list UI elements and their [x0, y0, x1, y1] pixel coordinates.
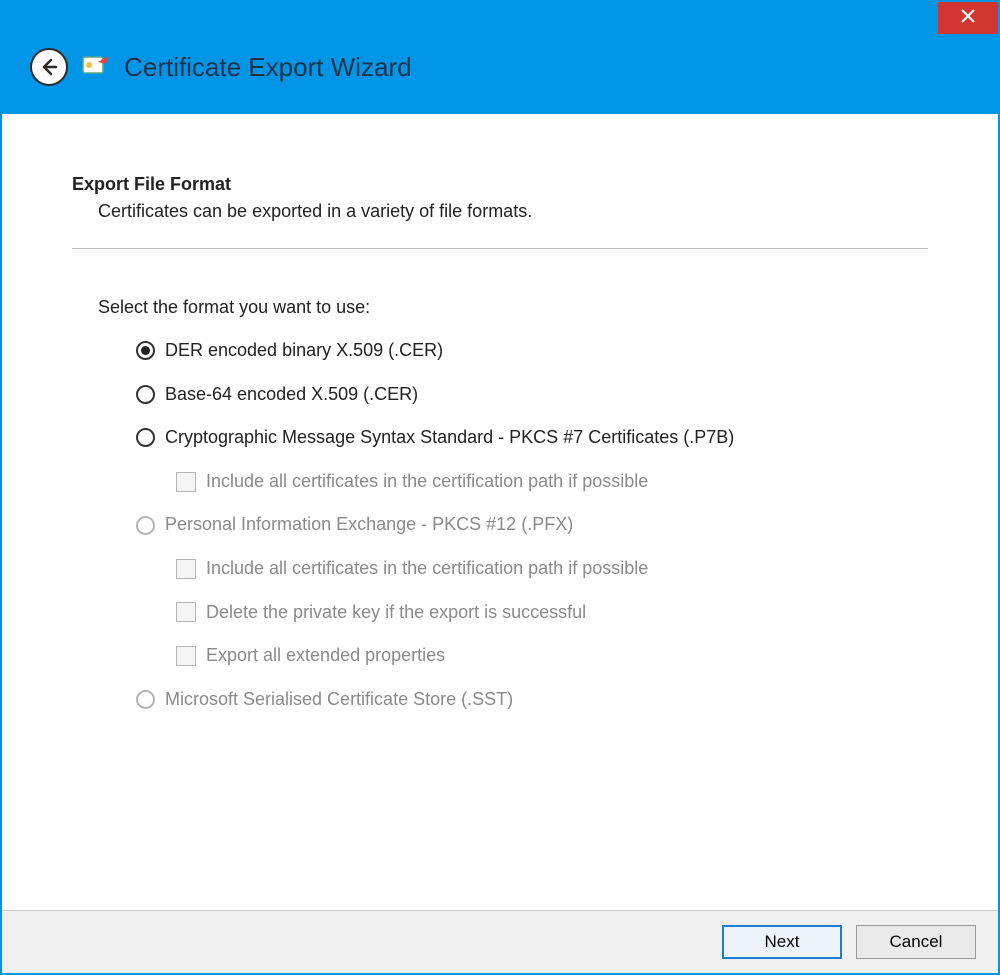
check-pfx-include-path: Include all certificates in the certific… — [176, 558, 928, 580]
check-pfx-delete-key: Delete the private key if the export is … — [176, 602, 928, 624]
section-title: Export File Format — [72, 174, 928, 195]
radio-pfx: Personal Information Exchange - PKCS #12… — [136, 514, 928, 536]
checkbox-icon — [176, 602, 196, 622]
checkbox-label: Delete the private key if the export is … — [206, 602, 586, 624]
radio-label: Personal Information Exchange - PKCS #12… — [165, 514, 573, 536]
radio-label: Microsoft Serialised Certificate Store (… — [165, 689, 513, 711]
radio-der[interactable]: DER encoded binary X.509 (.CER) — [136, 340, 928, 362]
back-arrow-icon — [39, 57, 59, 77]
checkbox-icon — [176, 646, 196, 666]
divider — [72, 248, 928, 249]
radio-icon — [136, 385, 155, 404]
back-button[interactable] — [30, 48, 68, 86]
checkbox-label: Export all extended properties — [206, 645, 445, 667]
radio-icon — [136, 690, 155, 709]
radio-pkcs7[interactable]: Cryptographic Message Syntax Standard - … — [136, 427, 928, 449]
radio-base64[interactable]: Base-64 encoded X.509 (.CER) — [136, 384, 928, 406]
button-label: Cancel — [890, 932, 943, 952]
close-button[interactable] — [938, 2, 998, 34]
format-prompt: Select the format you want to use: — [98, 297, 928, 318]
radio-sst: Microsoft Serialised Certificate Store (… — [136, 689, 928, 711]
checkbox-icon — [176, 472, 196, 492]
next-button[interactable]: Next — [722, 925, 842, 959]
radio-label: Base-64 encoded X.509 (.CER) — [165, 384, 418, 406]
radio-label: DER encoded binary X.509 (.CER) — [165, 340, 443, 362]
radio-icon — [136, 428, 155, 447]
cancel-button[interactable]: Cancel — [856, 925, 976, 959]
radio-icon — [136, 341, 155, 360]
check-pfx-export-ext: Export all extended properties — [176, 645, 928, 667]
checkbox-label: Include all certificates in the certific… — [206, 558, 648, 580]
wizard-title: Certificate Export Wizard — [124, 52, 412, 83]
checkbox-label: Include all certificates in the certific… — [206, 471, 648, 493]
wizard-window: Certificate Export Wizard Export File Fo… — [0, 0, 1000, 975]
section-subtitle: Certificates can be exported in a variet… — [98, 201, 928, 222]
wizard-header: Certificate Export Wizard — [2, 34, 998, 114]
wizard-footer: Next Cancel — [2, 910, 998, 973]
button-label: Next — [765, 932, 800, 952]
titlebar — [2, 2, 998, 34]
close-icon — [961, 9, 975, 28]
certificate-wizard-icon — [82, 54, 110, 80]
radio-icon — [136, 516, 155, 535]
format-options: DER encoded binary X.509 (.CER) Base-64 … — [136, 340, 928, 710]
check-p7b-include-path: Include all certificates in the certific… — [176, 471, 928, 493]
radio-label: Cryptographic Message Syntax Standard - … — [165, 427, 734, 449]
wizard-content: Export File Format Certificates can be e… — [2, 114, 998, 910]
checkbox-icon — [176, 559, 196, 579]
